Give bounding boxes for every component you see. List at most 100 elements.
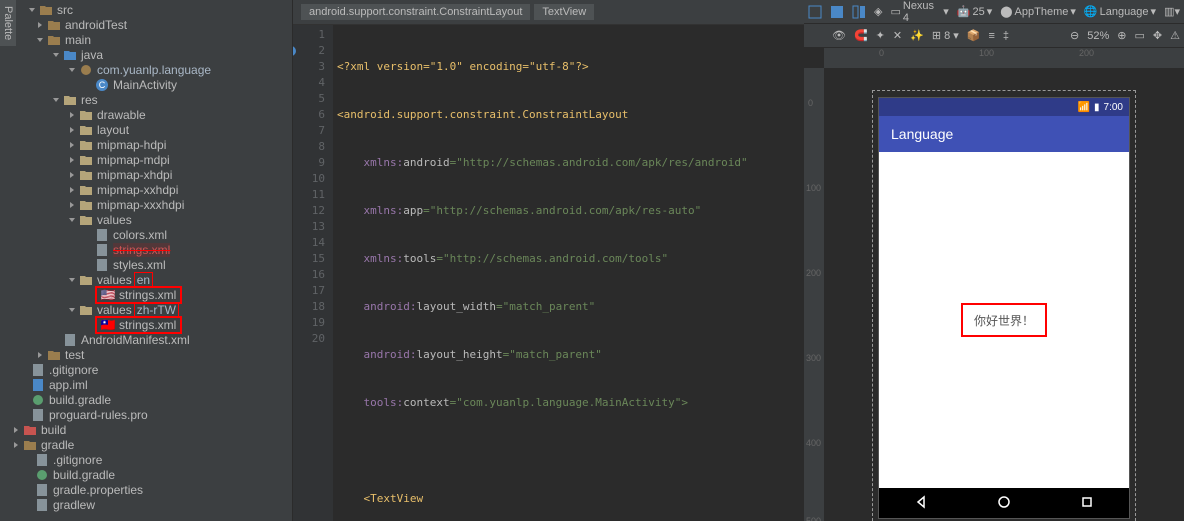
zoom-out-icon[interactable]: ⊖ xyxy=(1070,29,1079,42)
tree-mipmap-xxxhdpi[interactable]: mipmap-xxxhdpi xyxy=(0,197,292,212)
tree-gradlew[interactable]: gradlew xyxy=(0,497,292,512)
tree-label: build.gradle xyxy=(53,468,115,482)
guideline-icon[interactable]: ‡ xyxy=(1003,30,1009,42)
svg-text:C: C xyxy=(99,80,106,90)
tree-mipmap-xxhdpi[interactable]: mipmap-xxhdpi xyxy=(0,182,292,197)
folder-icon xyxy=(47,348,61,362)
gradle-icon xyxy=(35,468,49,482)
flag-tw-icon: 🇹🇼 xyxy=(101,318,115,332)
code-line: xmlns:tools="http://schemas.android.com/… xyxy=(333,251,804,267)
package-icon xyxy=(79,63,93,77)
chevron-down-icon xyxy=(27,5,37,15)
tree-test[interactable]: test xyxy=(0,347,292,362)
zoom-fit-icon[interactable]: ▭ xyxy=(1135,29,1145,42)
align-icon[interactable]: ≡ xyxy=(988,30,994,42)
autoconnect-icon[interactable]: ✦ xyxy=(876,29,885,42)
chevron-right-icon xyxy=(35,20,45,30)
tree-build[interactable]: build xyxy=(0,422,292,437)
blueprint-view-icon[interactable] xyxy=(830,5,844,19)
tree-mipmap-hdpi[interactable]: mipmap-hdpi xyxy=(0,137,292,152)
editor-body[interactable]: 1 2C 3 4 5 6 7 8 9 10 11 12 13 14 15 16 … xyxy=(293,25,804,521)
margin-selector[interactable]: ⊞ 8 ▾ xyxy=(932,29,959,42)
tree-label: gradle.properties xyxy=(53,483,143,497)
tree-gradle-props[interactable]: gradle.properties xyxy=(0,482,292,497)
tree-pkg[interactable]: com.yuanlp.language xyxy=(0,62,292,77)
tree-res[interactable]: res xyxy=(0,92,292,107)
pan-icon[interactable]: ✥ xyxy=(1153,29,1162,42)
class-icon: C xyxy=(95,78,109,92)
palette-tab[interactable]: Palette xyxy=(0,0,16,46)
device-selector[interactable]: ▭ Nexus 4 ▾ xyxy=(890,0,948,24)
code-line: <TextView xyxy=(333,491,804,507)
api-selector[interactable]: 🤖25 ▾ xyxy=(957,5,992,18)
chevron-down-icon xyxy=(67,305,77,315)
pack-icon[interactable]: 📦 xyxy=(967,29,981,42)
gutter-line: 3 xyxy=(293,59,325,75)
nav-recents-icon[interactable] xyxy=(1080,495,1094,512)
tree-manifest[interactable]: AndroidManifest.xml xyxy=(0,332,292,347)
design-view-icon[interactable] xyxy=(808,5,822,19)
tree-layout[interactable]: layout xyxy=(0,122,292,137)
tree-java[interactable]: java xyxy=(0,47,292,62)
device-frame[interactable]: 📶 ▮ 7:00 Language 你好世界！ xyxy=(879,98,1129,518)
theme-selector[interactable]: ⬤AppTheme ▾ xyxy=(1000,5,1076,18)
tree-gradle-folder[interactable]: gradle xyxy=(0,437,292,452)
ruler-horizontal: 0 100 200 xyxy=(824,48,1184,68)
tree-label: mipmap-hdpi xyxy=(97,138,166,152)
device-body[interactable]: 你好世界！ xyxy=(879,152,1129,488)
tree-build-gradle2[interactable]: build.gradle xyxy=(0,467,292,482)
warnings-icon[interactable]: ⚠ xyxy=(1170,29,1180,42)
canvas-inner[interactable]: 📶 ▮ 7:00 Language 你好世界！ xyxy=(824,68,1184,521)
breadcrumb-textview[interactable]: TextView xyxy=(534,4,594,20)
tree-label: src xyxy=(57,3,73,17)
zoom-in-icon[interactable]: ⊕ xyxy=(1117,29,1126,42)
gutter-line: 20 xyxy=(293,331,325,347)
tree-mipmap-xhdpi[interactable]: mipmap-xhdpi xyxy=(0,167,292,182)
both-view-icon[interactable] xyxy=(852,5,866,19)
eye-icon[interactable]: 👁 xyxy=(832,29,846,42)
clear-icon[interactable]: ✕ xyxy=(893,29,902,42)
gutter-line: 12 xyxy=(293,203,325,219)
tree-gitignore[interactable]: .gitignore xyxy=(0,362,292,377)
zoom-level[interactable]: 52% xyxy=(1087,30,1109,42)
tree-build-gradle[interactable]: build.gradle xyxy=(0,392,292,407)
design-canvas[interactable]: 0 100 200 0 100 200 300 400 500 📶 ▮ 7:00… xyxy=(804,48,1184,521)
chevron-right-icon xyxy=(35,350,45,360)
gutter-line: 15 xyxy=(293,251,325,267)
project-tree[interactable]: src androidTest main java com.yuanlp.lan… xyxy=(0,0,293,521)
folder-icon xyxy=(79,183,93,197)
tree-androidTest[interactable]: androidTest xyxy=(0,17,292,32)
tree-mainactivity[interactable]: CMainActivity xyxy=(0,77,292,92)
folder-icon xyxy=(23,438,37,452)
app-bar: Language xyxy=(879,116,1129,152)
infer-icon[interactable]: ✨ xyxy=(910,29,924,42)
tree-strings-zh[interactable]: 🇹🇼strings.xml xyxy=(0,317,292,332)
tree-proguard[interactable]: proguard-rules.pro xyxy=(0,407,292,422)
breadcrumb-layout[interactable]: android.support.constraint.ConstraintLay… xyxy=(301,4,530,20)
tree-strings-strike[interactable]: strings.xml xyxy=(0,242,292,257)
code-line: android:layout_width="match_parent" xyxy=(333,299,804,315)
nav-back-icon[interactable] xyxy=(914,495,928,512)
tree-values[interactable]: values xyxy=(0,212,292,227)
magnet-icon[interactable]: 🧲 xyxy=(854,29,868,42)
tree-src[interactable]: src xyxy=(0,2,292,17)
layout-variant-icon[interactable]: ▥▾ xyxy=(1164,5,1180,18)
flag-us-icon: 🇺🇸 xyxy=(101,288,115,302)
orientation-icon[interactable]: ◈ xyxy=(874,5,882,18)
hello-text[interactable]: 你好世界！ xyxy=(974,312,1034,329)
tree-colors[interactable]: colors.xml xyxy=(0,227,292,242)
tree-app-iml[interactable]: app.iml xyxy=(0,377,292,392)
tree-label: main xyxy=(65,33,91,47)
tree-styles[interactable]: styles.xml xyxy=(0,257,292,272)
tree-drawable[interactable]: drawable xyxy=(0,107,292,122)
tree-label: .gitignore xyxy=(49,363,98,377)
tree-strings-en[interactable]: 🇺🇸strings.xml xyxy=(0,287,292,302)
locale-selector[interactable]: 🌐Language ▾ xyxy=(1084,5,1156,18)
nav-home-icon[interactable] xyxy=(997,495,1011,512)
tree-main[interactable]: main xyxy=(0,32,292,47)
tree-gitignore2[interactable]: .gitignore xyxy=(0,452,292,467)
folder-icon xyxy=(47,33,61,47)
tree-label: values xyxy=(97,213,132,227)
code-area[interactable]: <?xml version="1.0" encoding="utf-8"?> <… xyxy=(333,25,804,521)
tree-mipmap-mdpi[interactable]: mipmap-mdpi xyxy=(0,152,292,167)
